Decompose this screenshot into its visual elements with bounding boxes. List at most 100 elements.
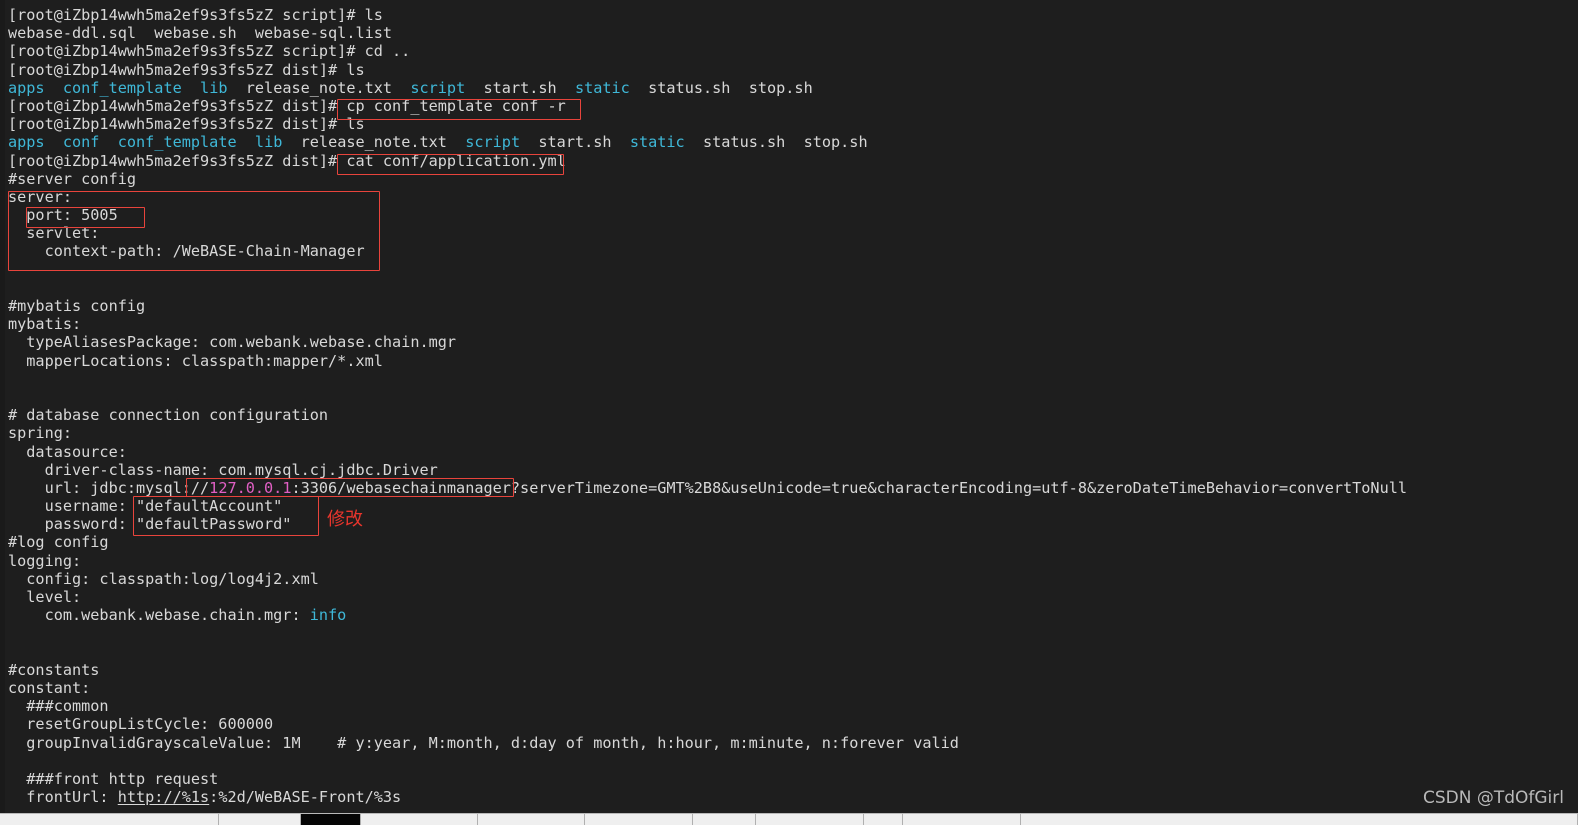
terminal-window[interactable]: [root@iZbp14wwh5ma2ef9s3fs5zZ script]# l… — [0, 0, 1578, 813]
terminal-line: frontUrl: http://%1s:%2d/WeBASE-Front/%3… — [8, 788, 1578, 806]
terminal-line: context-path: /WeBASE-Chain-Manager — [8, 242, 1578, 260]
terminal-line: apps conf_template lib release_note.txt … — [8, 79, 1578, 97]
terminal-line: [root@iZbp14wwh5ma2ef9s3fs5zZ script]# c… — [8, 42, 1578, 60]
terminal-output: [root@iZbp14wwh5ma2ef9s3fs5zZ script]# l… — [8, 6, 1578, 806]
taskbar-segment-4[interactable] — [361, 814, 478, 825]
taskbar[interactable] — [0, 813, 1578, 825]
terminal-line: typeAliasesPackage: com.webank.webase.ch… — [8, 333, 1578, 351]
terminal-text: logging: — [8, 551, 82, 570]
terminal-text: conf_template — [117, 133, 237, 152]
terminal-line: [root@iZbp14wwh5ma2ef9s3fs5zZ dist]# cp … — [8, 97, 1578, 115]
terminal-text: static — [629, 133, 685, 152]
terminal-line: password: "defaultPassword" — [8, 515, 1578, 533]
terminal-text: start.sh — [465, 78, 575, 97]
terminal-line: servlet: — [8, 224, 1578, 242]
terminal-text: server: — [8, 187, 73, 206]
watermark-text: CSDN @TdOfGirl — [1422, 788, 1564, 808]
terminal-text: apps — [8, 78, 45, 97]
terminal-text: http://%1s — [117, 788, 210, 807]
terminal-line: com.webank.webase.chain.mgr: info — [8, 606, 1578, 624]
terminal-line: logging: — [8, 552, 1578, 570]
terminal-text: [root@iZbp14wwh5ma2ef9s3fs5zZ dist]# ls — [8, 60, 365, 79]
terminal-text: config: classpath:log/log4j2.xml — [8, 569, 319, 588]
terminal-text: #log config — [8, 533, 109, 552]
terminal-line: groupInvalidGrayscaleValue: 1M # y:year,… — [8, 734, 1578, 752]
terminal-line: resetGroupListCycle: 600000 — [8, 715, 1578, 733]
terminal-text: username: "defaultAccount" — [8, 497, 283, 516]
terminal-line: datasource: — [8, 443, 1578, 461]
terminal-line: webase-ddl.sql webase.sh webase-sql.list — [8, 24, 1578, 42]
terminal-line: [root@iZbp14wwh5ma2ef9s3fs5zZ dist]# cat… — [8, 152, 1578, 170]
terminal-text: groupInvalidGrayscaleValue: 1M # y:year,… — [8, 733, 959, 752]
terminal-text: servlet: — [8, 224, 100, 243]
terminal-text: release_note.txt — [227, 78, 411, 97]
terminal-line: # database connection configuration — [8, 406, 1578, 424]
terminal-text: static — [574, 78, 630, 97]
terminal-text: :3306/webasechainmanager?serverTimezone=… — [291, 478, 1407, 497]
terminal-text: ###front http request — [8, 769, 219, 788]
terminal-text: constant: — [8, 678, 91, 697]
terminal-text: # database connection configuration — [8, 406, 329, 425]
terminal-line: [root@iZbp14wwh5ma2ef9s3fs5zZ script]# l… — [8, 6, 1578, 24]
terminal-line: apps conf conf_template lib release_note… — [8, 133, 1578, 151]
taskbar-segment-2[interactable] — [219, 814, 301, 825]
terminal-line: #server config — [8, 170, 1578, 188]
terminal-text: info — [309, 606, 347, 625]
terminal-line: port: 5005 — [8, 206, 1578, 224]
terminal-text: script — [410, 78, 466, 97]
terminal-text: #server config — [8, 169, 137, 188]
terminal-text: level: — [8, 588, 82, 606]
taskbar-segment-1[interactable] — [0, 814, 219, 825]
taskbar-segment-8[interactable] — [756, 814, 864, 825]
taskbar-segment-10[interactable] — [903, 814, 1021, 825]
terminal-line: #log config — [8, 533, 1578, 551]
terminal-text: start.sh — [520, 133, 630, 152]
terminal-line: ###common — [8, 697, 1578, 715]
terminal-text: 127.0.0.1 — [209, 478, 292, 497]
taskbar-segment-11[interactable] — [1021, 814, 1578, 825]
terminal-line: [root@iZbp14wwh5ma2ef9s3fs5zZ dist]# ls — [8, 115, 1578, 133]
taskbar-segment-6[interactable] — [585, 814, 693, 825]
taskbar-segment-5[interactable] — [478, 814, 585, 825]
terminal-text: conf — [62, 133, 100, 152]
terminal-line: config: classpath:log/log4j2.xml — [8, 570, 1578, 588]
taskbar-segment-9[interactable] — [864, 814, 903, 825]
terminal-text: status.sh stop.sh — [629, 78, 813, 97]
terminal-left-edge — [0, 0, 5, 813]
terminal-text: frontUrl: — [8, 788, 118, 807]
modify-annotation: 修改 — [327, 509, 363, 530]
terminal-line: constant: — [8, 679, 1578, 697]
terminal-text: datasource: — [8, 442, 127, 461]
terminal-line: username: "defaultAccount" — [8, 497, 1578, 515]
terminal-text: lib — [254, 133, 283, 152]
taskbar-segment-3[interactable] — [301, 814, 361, 825]
terminal-text: port: 5005 — [8, 206, 118, 225]
terminal-line: driver-class-name: com.mysql.cj.jdbc.Dri… — [8, 461, 1578, 479]
terminal-line: #constants — [8, 661, 1578, 679]
terminal-line: [root@iZbp14wwh5ma2ef9s3fs5zZ dist]# ls — [8, 61, 1578, 79]
terminal-text: [root@iZbp14wwh5ma2ef9s3fs5zZ script]# c… — [8, 42, 411, 61]
terminal-text: context-path: /WeBASE-Chain-Manager — [8, 242, 365, 261]
terminal-text: ###common — [8, 697, 109, 716]
terminal-text: [root@iZbp14wwh5ma2ef9s3fs5zZ dist]# ls — [8, 115, 365, 134]
taskbar-segment-7[interactable] — [693, 814, 756, 825]
terminal-line: spring: — [8, 424, 1578, 442]
terminal-text: [root@iZbp14wwh5ma2ef9s3fs5zZ dist]# cat… — [8, 151, 566, 170]
terminal-text: #mybatis config — [8, 297, 146, 315]
terminal-text: :%2d/WeBASE-Front/%3s — [209, 788, 402, 807]
terminal-text: lib — [200, 78, 228, 97]
terminal-text: com.webank.webase.chain.mgr: — [8, 606, 310, 625]
terminal-text: [root@iZbp14wwh5ma2ef9s3fs5zZ dist]# cp … — [8, 96, 566, 115]
terminal-text: #constants — [8, 660, 100, 679]
